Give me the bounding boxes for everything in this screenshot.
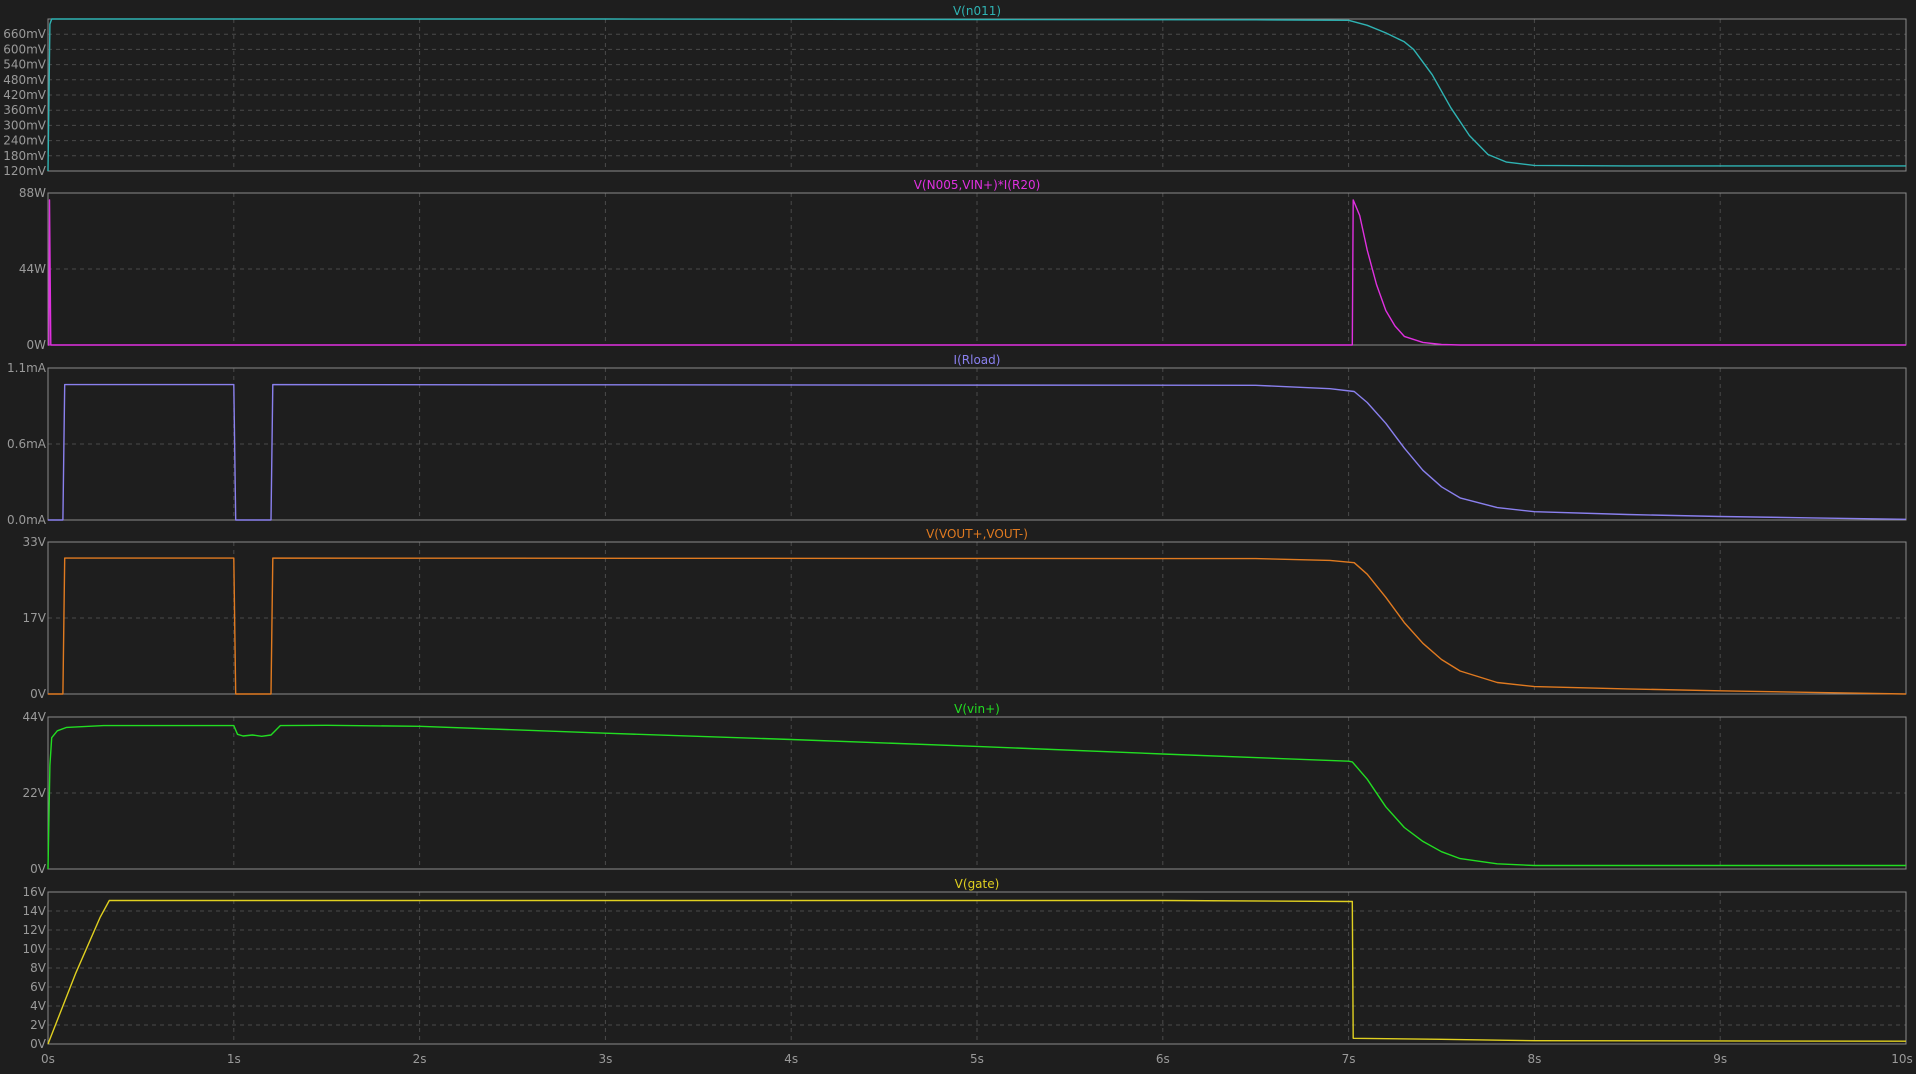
y-tick-label: 6V [30, 980, 47, 994]
pane-gate: V(gate) 0V 2V 4V 6V 8V 10V 12V 14V 16V [23, 877, 1907, 1051]
x-tick-label: 9s [1713, 1052, 1727, 1066]
y-tick-label: 88W [19, 186, 46, 200]
pane-title: V(vin+) [954, 702, 1000, 716]
y-tick-label: 360mV [3, 103, 47, 117]
pane-vin: V(vin+) 0V 22V 44V [23, 702, 1907, 876]
pane-n011: V(n011) 120mV180mV240mV 300mV360mV420mV480… [3, 4, 1907, 178]
y-tick-label: 22V [23, 786, 47, 800]
x-tick-label: 8s [1527, 1052, 1541, 1066]
y-tick-label: 12V [23, 923, 47, 937]
y-tick-label: 44V [23, 710, 47, 724]
y-tick-label: 4V [30, 999, 47, 1013]
pane-title: I(Rload) [954, 353, 1001, 367]
y-tick-label: 0.0mA [7, 513, 47, 527]
x-tick-label: 10s [1891, 1052, 1913, 1066]
pane-title: V(VOUT+,VOUT-) [926, 527, 1028, 541]
pane-rload: I(Rload) 0.0mA 0.6mA 1.1mA [7, 353, 1907, 527]
y-tick-label: 8V [30, 961, 47, 975]
x-tick-label: 6s [1156, 1052, 1170, 1066]
pane-title: V(N005,VIN+)*I(R20) [914, 178, 1041, 192]
x-tick-label: 5s [970, 1052, 984, 1066]
waveform-viewer: V(n011) 120mV180mV240mV 300mV360mV420mV480… [3, 4, 1913, 1066]
x-tick-label: 1s [227, 1052, 241, 1066]
y-tick-label: 16V [23, 885, 47, 899]
pane-vout: V(VOUT+,VOUT-) 0V 17V 33V [23, 527, 1907, 701]
y-tick-label: 300mV [3, 118, 47, 132]
y-tick-label: 17V [23, 611, 47, 625]
y-tick-label: 120mV [3, 164, 47, 178]
y-tick-label: 540mV [3, 58, 47, 72]
y-tick-label: 660mV [3, 27, 47, 41]
x-tick-label: 3s [598, 1052, 612, 1066]
y-tick-label: 0V [30, 862, 47, 876]
y-tick-label: 33V [23, 535, 47, 549]
x-tick-label: 0s [41, 1052, 55, 1066]
x-tick-label: 7s [1342, 1052, 1356, 1066]
y-tick-label: 600mV [3, 42, 47, 56]
pane-title: V(n011) [953, 4, 1001, 18]
y-tick-label: 0V [30, 1037, 47, 1051]
y-tick-label: 2V [30, 1018, 47, 1032]
y-tick-label: 0V [30, 687, 47, 701]
pane-r20: V(N005,VIN+)*I(R20) 0W 44W 88W [19, 178, 1907, 352]
y-tick-label: 240mV [3, 134, 47, 148]
y-tick-label: 10V [23, 942, 47, 956]
y-tick-label: 0W [27, 338, 47, 352]
y-tick-label: 44W [19, 262, 46, 276]
y-tick-label: 14V [23, 904, 47, 918]
y-tick-label: 180mV [3, 149, 47, 163]
x-tick-label: 4s [784, 1052, 798, 1066]
y-tick-label: 480mV [3, 73, 47, 87]
pane-title: V(gate) [955, 877, 1000, 891]
y-tick-label: 420mV [3, 88, 47, 102]
y-tick-label: 1.1mA [7, 361, 47, 375]
x-tick-label: 2s [413, 1052, 427, 1066]
y-tick-label: 0.6mA [7, 437, 47, 451]
